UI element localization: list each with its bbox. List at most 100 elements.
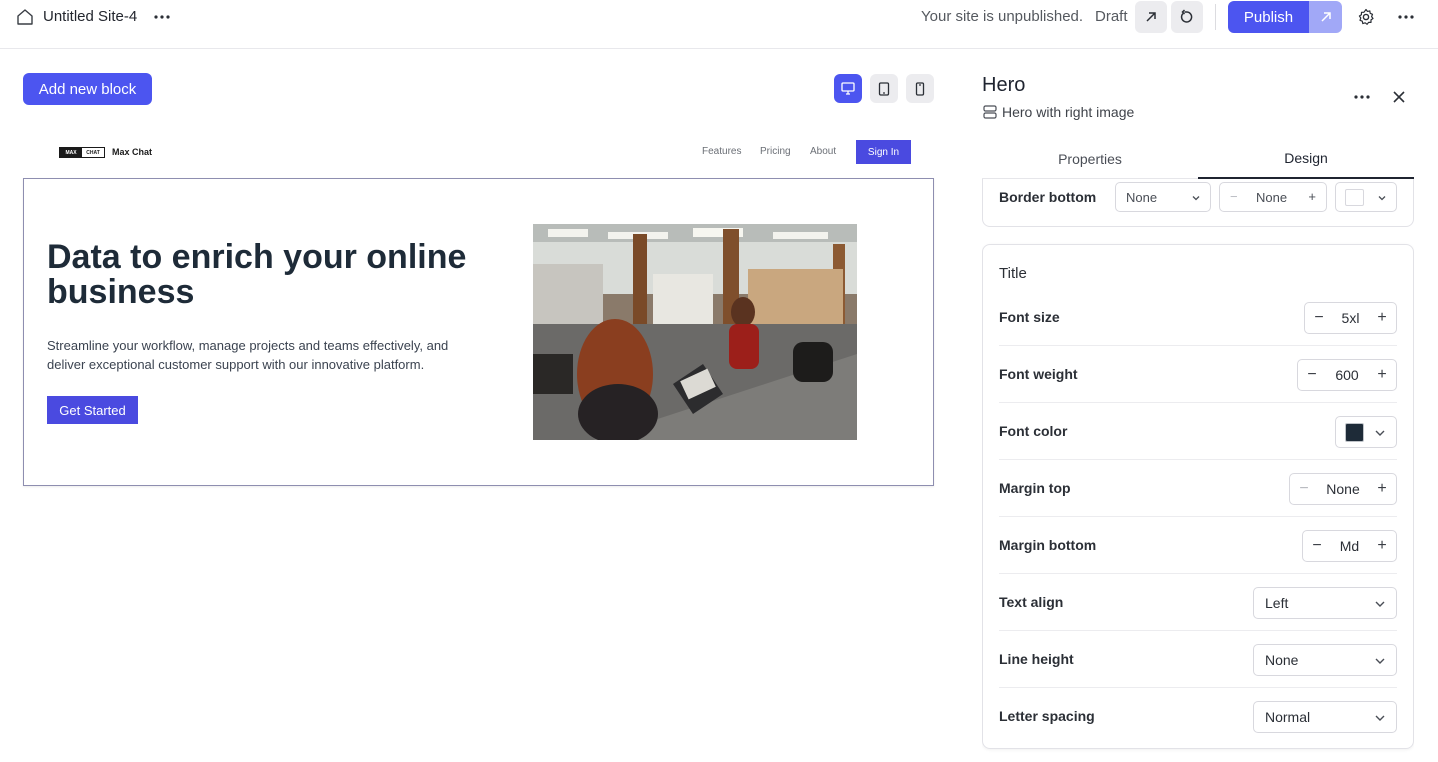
border-settings-card: Border bottom None − None + (982, 179, 1414, 227)
margin-bottom-label: Margin bottom (999, 537, 1097, 553)
increase-margin-bottom-button[interactable]: + (1368, 531, 1396, 561)
hero-block[interactable]: Data to enrich your online business Stre… (23, 178, 934, 486)
letter-spacing-value: Normal (1265, 709, 1311, 725)
chevron-down-icon (1375, 658, 1385, 664)
publish-status-text: Your site is unpublished. (921, 8, 1084, 25)
revert-button[interactable] (1171, 1, 1203, 33)
design-settings-scroll[interactable]: Border bottom None − None + Title Font s… (982, 179, 1414, 762)
arrow-up-right-icon (1146, 12, 1156, 22)
margin-bottom-stepper[interactable]: − Md + (1302, 530, 1397, 562)
site-header-preview[interactable]: MAX CHAT Max Chat Features Pricing About… (23, 130, 934, 176)
panel-more-icon[interactable] (1352, 87, 1372, 107)
font-weight-row: Font weight − 600 + (999, 346, 1397, 403)
add-new-block-button[interactable]: Add new block (23, 73, 152, 105)
tab-design[interactable]: Design (1198, 139, 1414, 179)
decrease-font-weight-button[interactable]: − (1298, 360, 1326, 390)
border-bottom-style-select[interactable]: None (1115, 182, 1211, 212)
logo-left-text: MAX (60, 148, 82, 157)
hero-title[interactable]: Data to enrich your online business (47, 240, 467, 310)
font-color-row: Font color (999, 403, 1397, 460)
open-preview-button[interactable] (1135, 1, 1167, 33)
refresh-icon (1180, 9, 1193, 23)
font-weight-value: 600 (1335, 367, 1359, 383)
sign-in-button[interactable]: Sign In (856, 140, 911, 164)
margin-top-label: Margin top (999, 480, 1071, 496)
design-panel: Hero Hero with right image Properties De… (958, 49, 1438, 762)
border-style-value: None (1126, 190, 1158, 205)
logo-right-text: CHAT (86, 149, 100, 156)
border-width-value: None (1256, 190, 1288, 205)
font-weight-stepper[interactable]: − 600 + (1297, 359, 1397, 391)
font-size-row: Font size − 5xl + (999, 289, 1397, 346)
chevron-down-icon (1375, 715, 1385, 721)
panel-tabs: Properties Design (982, 139, 1414, 179)
desktop-icon (841, 82, 855, 95)
tab-properties[interactable]: Properties (982, 139, 1198, 179)
text-align-value: Left (1265, 595, 1289, 611)
margin-bottom-value: Md (1339, 538, 1360, 554)
top-bar: Untitled Site-4 Your site is unpublished… (0, 0, 1438, 49)
color-swatch (1345, 189, 1364, 206)
tablet-view-button[interactable] (870, 74, 898, 103)
chevron-down-icon (1378, 196, 1386, 201)
hero-image[interactable] (533, 224, 857, 440)
mobile-icon (915, 81, 925, 96)
border-bottom-label: Border bottom (999, 189, 1097, 205)
mobile-view-button[interactable] (906, 74, 934, 103)
border-bottom-width-stepper[interactable]: − None + (1219, 182, 1327, 212)
site-name[interactable]: Untitled Site-4 (43, 8, 137, 25)
layout-rows-icon (983, 105, 997, 119)
tablet-icon (878, 81, 890, 96)
draft-label: Draft (1095, 8, 1128, 25)
font-size-stepper[interactable]: − 5xl + (1304, 302, 1397, 334)
border-bottom-color-picker[interactable] (1335, 182, 1397, 212)
nav-link-features[interactable]: Features (702, 146, 741, 157)
letter-spacing-row: Letter spacing Normal (999, 688, 1397, 745)
home-icon[interactable] (15, 7, 35, 27)
increase-font-weight-button[interactable]: + (1368, 360, 1396, 390)
minus-icon[interactable]: − (1230, 189, 1238, 204)
chevron-down-icon (1192, 196, 1200, 201)
line-height-row: Line height None (999, 631, 1397, 688)
text-align-label: Text align (999, 594, 1064, 610)
plus-icon[interactable]: + (1308, 189, 1316, 204)
chevron-down-icon (1375, 430, 1385, 436)
font-size-value: 5xl (1341, 310, 1360, 326)
font-weight-label: Font weight (999, 366, 1078, 382)
decrease-font-size-button[interactable]: − (1305, 303, 1333, 333)
settings-gear-icon[interactable] (1355, 6, 1377, 28)
divider (1215, 4, 1216, 30)
margin-top-value: None (1326, 481, 1360, 497)
title-settings-card: Title Font size − 5xl + Font weight − 60… (982, 244, 1414, 749)
line-height-label: Line height (999, 651, 1074, 667)
font-color-picker[interactable] (1335, 416, 1397, 448)
text-align-select[interactable]: Left (1253, 587, 1397, 619)
site-brand: Max Chat (112, 147, 153, 157)
letter-spacing-label: Letter spacing (999, 708, 1095, 724)
panel-subtitle: Hero with right image (1002, 104, 1135, 120)
increase-font-size-button[interactable]: + (1368, 303, 1396, 333)
nav-link-about[interactable]: About (810, 146, 836, 157)
desktop-view-button[interactable] (834, 74, 862, 103)
font-size-label: Font size (999, 309, 1060, 325)
nav-link-pricing[interactable]: Pricing (760, 146, 791, 157)
margin-top-row: Margin top − None + (999, 460, 1397, 517)
increase-margin-top-button[interactable]: + (1368, 474, 1396, 504)
get-started-button[interactable]: Get Started (47, 396, 138, 424)
hero-subtitle[interactable]: Streamline your workflow, manage project… (47, 336, 467, 374)
chevron-down-icon (1375, 601, 1385, 607)
decrease-margin-bottom-button[interactable]: − (1303, 531, 1331, 561)
publish-button[interactable]: Publish (1228, 1, 1309, 33)
margin-top-stepper[interactable]: − None + (1289, 473, 1397, 505)
letter-spacing-select[interactable]: Normal (1253, 701, 1397, 733)
site-logo: MAX CHAT (59, 147, 105, 158)
more-options-icon[interactable] (1396, 6, 1416, 28)
panel-title: Hero (982, 74, 1026, 96)
section-title: Title (999, 265, 1027, 282)
decrease-margin-top-button[interactable]: − (1290, 474, 1318, 504)
arrow-up-right-icon (1320, 12, 1331, 22)
site-options-icon[interactable] (153, 5, 171, 29)
close-icon[interactable] (1389, 87, 1409, 107)
publish-open-button[interactable] (1309, 1, 1342, 33)
line-height-select[interactable]: None (1253, 644, 1397, 676)
